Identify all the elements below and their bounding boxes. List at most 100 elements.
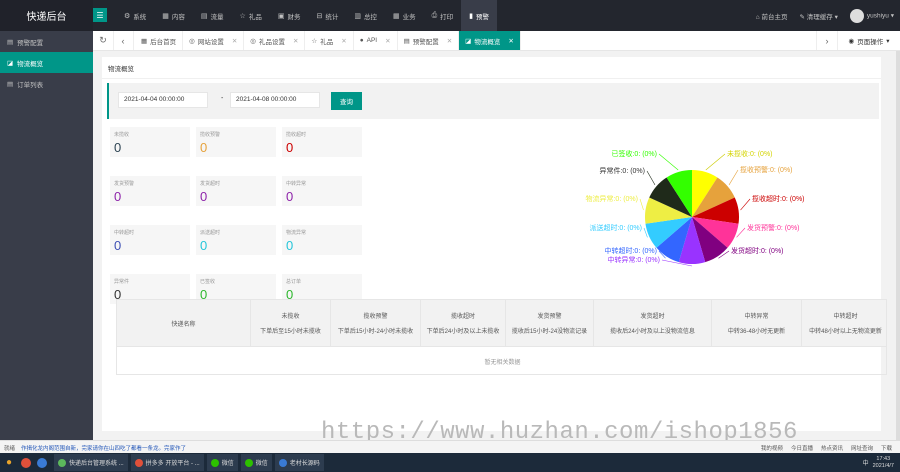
topnav-item[interactable]: ▣ 财务: [270, 0, 309, 31]
news-ticker[interactable]: 作揖化龙内阁范围自新，完家请你在山四吃了都看一条龙。完家作了: [21, 444, 186, 452]
pie-label: 发货超时:0: (0%): [731, 246, 784, 255]
tab[interactable]: ▤ 预警配置 ✕: [398, 31, 460, 50]
browser-tool-link[interactable]: 我的视频: [761, 444, 783, 452]
tab-icon: ◪: [465, 37, 472, 45]
chevron-right-icon: ›: [825, 35, 829, 46]
menu-toggle-button[interactable]: ☰: [93, 8, 107, 22]
stat-card: 物流异常 0: [282, 225, 362, 255]
tab[interactable]: ◎ 网站设置 ✕: [183, 31, 245, 50]
caret-down-icon: ▾: [886, 37, 890, 45]
stat-label: 派送超时: [200, 230, 221, 236]
tabs-left-button[interactable]: ‹: [113, 31, 134, 50]
topnav-item[interactable]: ▮ 预警: [461, 0, 498, 31]
sidebar-item[interactable]: ◪ 物流概览: [0, 52, 93, 73]
stat-label: 异常件: [114, 279, 130, 285]
stat-label: 揽收预警: [200, 132, 221, 138]
taskbar-app[interactable]: 微信: [240, 454, 272, 471]
stat-card: 中转超时 0: [110, 225, 190, 255]
topnav-item[interactable]: ▦ 业务: [385, 0, 424, 31]
close-icon[interactable]: ✕: [385, 37, 390, 45]
stat-card: 发货超时 0: [196, 176, 276, 206]
page-operations-button[interactable]: ◉ 页面操作 ▾: [837, 31, 900, 50]
browser-tool-link[interactable]: 网址查询: [851, 444, 873, 452]
stat-label: 总订单: [286, 279, 302, 285]
app-logo: 快递后台: [0, 0, 93, 31]
sidebar-item[interactable]: ▤ 订单列表: [0, 73, 93, 94]
start-button[interactable]: ●: [0, 453, 18, 472]
close-icon[interactable]: ✕: [232, 37, 237, 45]
windows-icon: ●: [5, 457, 13, 468]
topnav-item[interactable]: ⊟ 统计: [308, 0, 346, 31]
pie-chart: 未揽收:0: (0%) 揽收预警:0: (0%) 揽收超时:0: (0%) 发货预警:…: [585, 149, 805, 267]
taskbar-app[interactable]: 微信: [206, 454, 238, 471]
home-link[interactable]: ⌂ 前台主页: [756, 11, 788, 21]
divider: [102, 78, 881, 79]
doc-icon: ▤: [7, 38, 14, 46]
browser-tool-link[interactable]: 热点资讯: [821, 444, 843, 452]
stat-label: 已签收: [200, 279, 216, 285]
close-icon[interactable]: ✕: [447, 37, 452, 45]
column-header: 发货超时 揽收后24小时及以上没物流信息: [594, 300, 712, 346]
tabs: ▦ 后台首页 ◎ 网站设置 ✕ ◎ 礼品设置 ✕ ☆ 礼品 ✕ ● API ✕ ▤ 预警配置 ✕ ◪ 物流概览 ✕: [135, 31, 521, 50]
search-button[interactable]: 查询: [331, 92, 362, 110]
stats-icon: ⊟: [316, 12, 323, 20]
stat-value: 0: [286, 140, 294, 155]
topnav-item[interactable]: ▤ 流量: [193, 0, 232, 31]
menu-icon: ☰: [96, 10, 104, 20]
app-icon: [210, 458, 219, 467]
topnav-item[interactable]: ⎙ 打印: [424, 0, 462, 31]
date-range-dash: -: [221, 95, 224, 102]
taskbar-app[interactable]: 拼多多 开放平台 - ...: [130, 454, 204, 471]
tab[interactable]: ● API ✕: [354, 31, 398, 50]
tabs-right-button[interactable]: ›: [816, 31, 838, 50]
tab[interactable]: ◪ 物流概览 ✕: [459, 31, 521, 50]
pie-label: 派送超时:0: (0%): [589, 223, 642, 232]
topnav-item[interactable]: ▦ 内容: [154, 0, 193, 31]
tab-icon: ◎: [189, 37, 195, 45]
stat-card: 派送超时 0: [196, 225, 276, 255]
taskbar-app[interactable]: 快递后台管理系统 ...: [54, 454, 128, 471]
stat-value: 0: [286, 238, 294, 253]
pie-label: 中转异常:0: (0%): [607, 255, 660, 264]
table-icon: ▦: [162, 12, 169, 20]
stat-label: 发货超时: [200, 181, 221, 187]
search-bar: 2021-04-04 00:00:00 - 2021-04-08 00:00:0…: [107, 83, 879, 119]
refresh-button[interactable]: ↻: [93, 31, 114, 50]
taskbar-app[interactable]: 老村长源码: [274, 454, 324, 471]
close-icon[interactable]: ✕: [341, 37, 346, 45]
stat-label: 中转超时: [114, 230, 135, 236]
end-date-input[interactable]: 2021-04-08 00:00:00: [230, 92, 320, 108]
browser-tool-link[interactable]: 下载: [881, 444, 892, 452]
brush-icon: ✎: [799, 13, 807, 21]
tab[interactable]: ◎ 礼品设置 ✕: [244, 31, 306, 50]
topnav-item[interactable]: ▥ 总控: [346, 0, 385, 31]
warning-chart-icon: ▮: [469, 12, 474, 20]
browser-tool-link[interactable]: 今日直播: [791, 444, 813, 452]
scrollbar[interactable]: [896, 51, 900, 440]
close-icon[interactable]: ✕: [508, 37, 513, 45]
sidebar-item[interactable]: ▤ 预警配置: [0, 31, 93, 52]
print-icon: ⎙: [431, 11, 438, 19]
tab[interactable]: ▦ 后台首页: [135, 31, 184, 50]
stat-card: 中转异常 0: [282, 176, 362, 206]
tab[interactable]: ☆ 礼品 ✕: [305, 31, 354, 50]
clear-cache-button[interactable]: ✎ 清理缓存 ▾: [800, 11, 838, 21]
taskbar-apps: 快递后台管理系统 ... 拼多多 开放平台 - ... 微信 微信 老村长源码: [54, 454, 327, 471]
explorer-icon[interactable]: [37, 457, 47, 468]
browser-icon[interactable]: [21, 457, 31, 468]
start-date-input[interactable]: 2021-04-04 00:00:00: [118, 92, 208, 108]
topnav-item[interactable]: ⚙ 系统: [116, 0, 154, 31]
app-icon: [58, 458, 66, 467]
app-icon: [244, 458, 253, 467]
data-table: 快递名称 未揽收 下单后至15小时未揽收 揽收预警 下单后15小时-24小时未揽收 揽收超…: [116, 299, 887, 375]
user-menu[interactable]: yushiyu ▾: [849, 8, 894, 23]
column-header: 中转异常 中转36-48小时无更新: [712, 300, 802, 346]
business-icon: ▦: [392, 12, 400, 20]
topnav-item[interactable]: ☆ 礼品: [232, 0, 270, 31]
taskbar: ● 快递后台管理系统 ... 拼多多 开放平台 - ... 微信 微信 老村长源码 中 …: [0, 453, 900, 472]
finance-icon: ▣: [277, 12, 285, 20]
close-icon[interactable]: ✕: [293, 37, 298, 45]
ime-indicator[interactable]: 中: [863, 458, 869, 467]
tab-icon: ●: [359, 37, 364, 44]
pie-leader-line: [736, 227, 746, 238]
